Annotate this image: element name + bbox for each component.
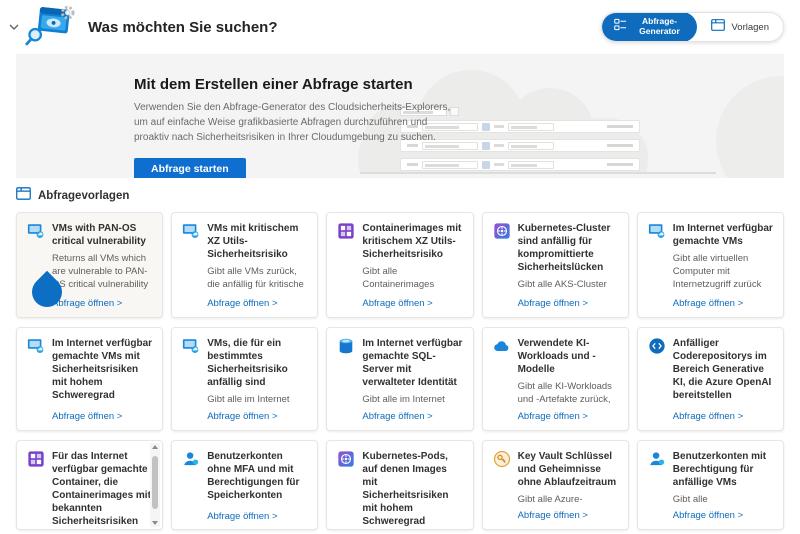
vm-icon: [27, 337, 45, 355]
query-template-card[interactable]: VMs mit kritischem XZ Utils-Sicherheitsr…: [171, 212, 319, 318]
query-template-card[interactable]: Benutzerkonten mit Berechtigung für anfä…: [636, 440, 784, 530]
card-description: Returns all VMs which are vulnerable to …: [52, 253, 149, 291]
start-query-button[interactable]: Abfrage starten: [134, 158, 246, 178]
templates-icon: [711, 18, 726, 36]
collapse-chevron-icon[interactable]: [8, 21, 20, 33]
user-icon: [648, 450, 666, 468]
query-template-card[interactable]: VMs, die für ein bestimmtes Sicherheitsr…: [171, 327, 319, 431]
card-title: Kubernetes-Cluster sind anfällig für kom…: [517, 223, 611, 273]
card-description: Gibt alle im Internet verfügbar gemachte…: [362, 394, 445, 405]
card-title: Benutzerkonten ohne MFA und mit Berechti…: [207, 451, 300, 501]
card-title: Verwendete KI-Workloads und -Modelle: [517, 338, 596, 375]
open-query-link[interactable]: Abfrage öffnen >: [673, 411, 773, 422]
hero-title: Mit dem Erstellen einer Abfrage starten: [134, 76, 413, 93]
query-template-card[interactable]: Containerimages mit kritischem XZ Utils-…: [326, 212, 474, 318]
open-query-link[interactable]: Abfrage öffnen >: [673, 298, 773, 309]
open-query-link[interactable]: Abfrage öffnen >: [518, 411, 618, 422]
card-description: Gibt alle im Internet verfügbar gemachte…: [207, 394, 290, 405]
open-query-link[interactable]: Abfrage öffnen >: [673, 510, 773, 521]
background-circle: [716, 76, 784, 178]
card-scrollbar[interactable]: [150, 443, 161, 527]
hero-description: Verwenden Sie den Abfrage-Generator des …: [134, 102, 451, 143]
open-query-link[interactable]: Abfrage öffnen >: [518, 510, 618, 521]
scroll-up-arrow[interactable]: [152, 445, 159, 449]
open-query-link[interactable]: Abfrage öffnen >: [362, 411, 462, 422]
scrollbar-track[interactable]: [150, 452, 160, 518]
card-title: VMs, die für ein bestimmtes Sicherheitsr…: [207, 338, 288, 388]
repo-icon: [648, 337, 666, 355]
open-query-link[interactable]: Abfrage öffnen >: [207, 511, 307, 522]
scrollbar-thumb[interactable]: [152, 455, 159, 509]
templates-section-header: Abfragevorlagen: [0, 178, 800, 212]
query-template-card[interactable]: Für das Internet verfügbar gemachte Cont…: [16, 440, 164, 530]
card-title: Im Internet verfügbar gemachte VMs: [672, 223, 773, 247]
query-generator-toggle-button[interactable]: Abfrage-Generator: [602, 13, 698, 41]
card-title: Kubernetes-Pods, auf denen Images mit Si…: [362, 451, 449, 527]
query-template-card[interactable]: Im Internet verfügbar gemachte VMs mit S…: [16, 327, 164, 431]
open-query-link[interactable]: Abfrage öffnen >: [207, 298, 307, 309]
query-template-card[interactable]: Im Internet verfügbar gemachte VMs Gibt …: [636, 212, 784, 318]
card-title: VMs with PAN-OS critical vulnerability: [52, 223, 146, 247]
open-query-link[interactable]: Abfrage öffnen >: [52, 298, 152, 309]
query-template-card[interactable]: Verwendete KI-Workloads und -Modelle Gib…: [481, 327, 629, 431]
query-template-card[interactable]: Key Vault Schlüssel und Geheimnisse ohne…: [481, 440, 629, 530]
page-title: Was möchten Sie suchen?: [88, 18, 278, 36]
query-generator-icon: [614, 18, 627, 36]
card-description: Gibt alle KI-Workloads und -Artefakte zu…: [517, 381, 612, 406]
container-icon: [27, 450, 45, 468]
query-templates-grid: VMs with PAN-OS critical vulnerability R…: [0, 212, 800, 530]
card-description: Gibt alle virtuellen Computer mit Intern…: [672, 253, 762, 291]
card-title: Containerimages mit kritischem XZ Utils-…: [362, 223, 462, 260]
user-icon: [182, 450, 200, 468]
card-title: Im Internet verfügbar gemachte VMs mit S…: [52, 338, 153, 401]
kubernetes-icon: [493, 222, 511, 240]
query-templates-icon: [16, 187, 31, 205]
open-query-link[interactable]: Abfrage öffnen >: [52, 411, 152, 422]
card-title: Key Vault Schlüssel und Geheimnisse ohne…: [517, 451, 617, 488]
query-template-card[interactable]: Im Internet verfügbar gemachte SQL-Serve…: [326, 327, 474, 431]
view-toggle: Abfrage-Generator Vorlagen: [601, 12, 784, 42]
query-template-card[interactable]: Benutzerkonten ohne MFA und mit Berechti…: [171, 440, 319, 530]
scroll-down-arrow[interactable]: [152, 521, 159, 525]
card-description: Gibt alle Containerimages zurück, die an…: [362, 266, 454, 293]
kubernetes-icon: [337, 450, 355, 468]
query-generator-label: Abfrage-Generator: [639, 16, 680, 36]
hero-banner: Mit dem Erstellen einer Abfrage starten …: [16, 54, 784, 178]
query-template-card[interactable]: Anfälliger Coderepositorys im Bereich Ge…: [636, 327, 784, 431]
section-title: Abfragevorlagen: [38, 190, 130, 202]
sql-icon: [337, 337, 355, 355]
container-icon: [337, 222, 355, 240]
cloud-icon: [493, 337, 511, 355]
page-header: Was möchten Sie suchen? Abfrage-Generato…: [0, 0, 800, 54]
card-description: Gibt alle VMs zurück, die anfällig für k…: [207, 266, 304, 293]
card-description: Gibt alle Benutzerkonten mit Berechtigun…: [672, 494, 708, 505]
open-query-link[interactable]: Abfrage öffnen >: [518, 298, 618, 309]
keyvault-icon: [493, 450, 511, 468]
vm-icon: [182, 222, 200, 240]
open-query-link[interactable]: Abfrage öffnen >: [207, 411, 307, 422]
vm-icon: [648, 222, 666, 240]
card-title: VMs mit kritischem XZ Utils-Sicherheitsr…: [207, 223, 299, 260]
card-title: Anfälliger Coderepositorys im Bereich Ge…: [672, 338, 772, 401]
templates-toggle-button[interactable]: Vorlagen: [697, 18, 783, 36]
templates-label: Vorlagen: [731, 21, 769, 33]
query-template-card[interactable]: Kubernetes-Cluster sind anfällig für kom…: [481, 212, 629, 318]
card-title: Benutzerkonten mit Berechtigung für anfä…: [672, 451, 767, 488]
card-title: Im Internet verfügbar gemachte SQL-Serve…: [362, 338, 463, 388]
cloud-security-explorer-icon: [24, 3, 78, 52]
card-description: Gibt alle AKS-Cluster zurück, die anfäll…: [517, 279, 610, 293]
open-query-link[interactable]: Abfrage öffnen >: [362, 298, 462, 309]
vm-icon: [182, 337, 200, 355]
vm-icon: [27, 222, 45, 240]
card-description: Gibt alle Azure-Schlüsseltresore zurück,…: [517, 494, 583, 505]
card-title: Für das Internet verfügbar gemachte Cont…: [52, 451, 151, 527]
query-template-card[interactable]: Kubernetes-Pods, auf denen Images mit Si…: [326, 440, 474, 530]
